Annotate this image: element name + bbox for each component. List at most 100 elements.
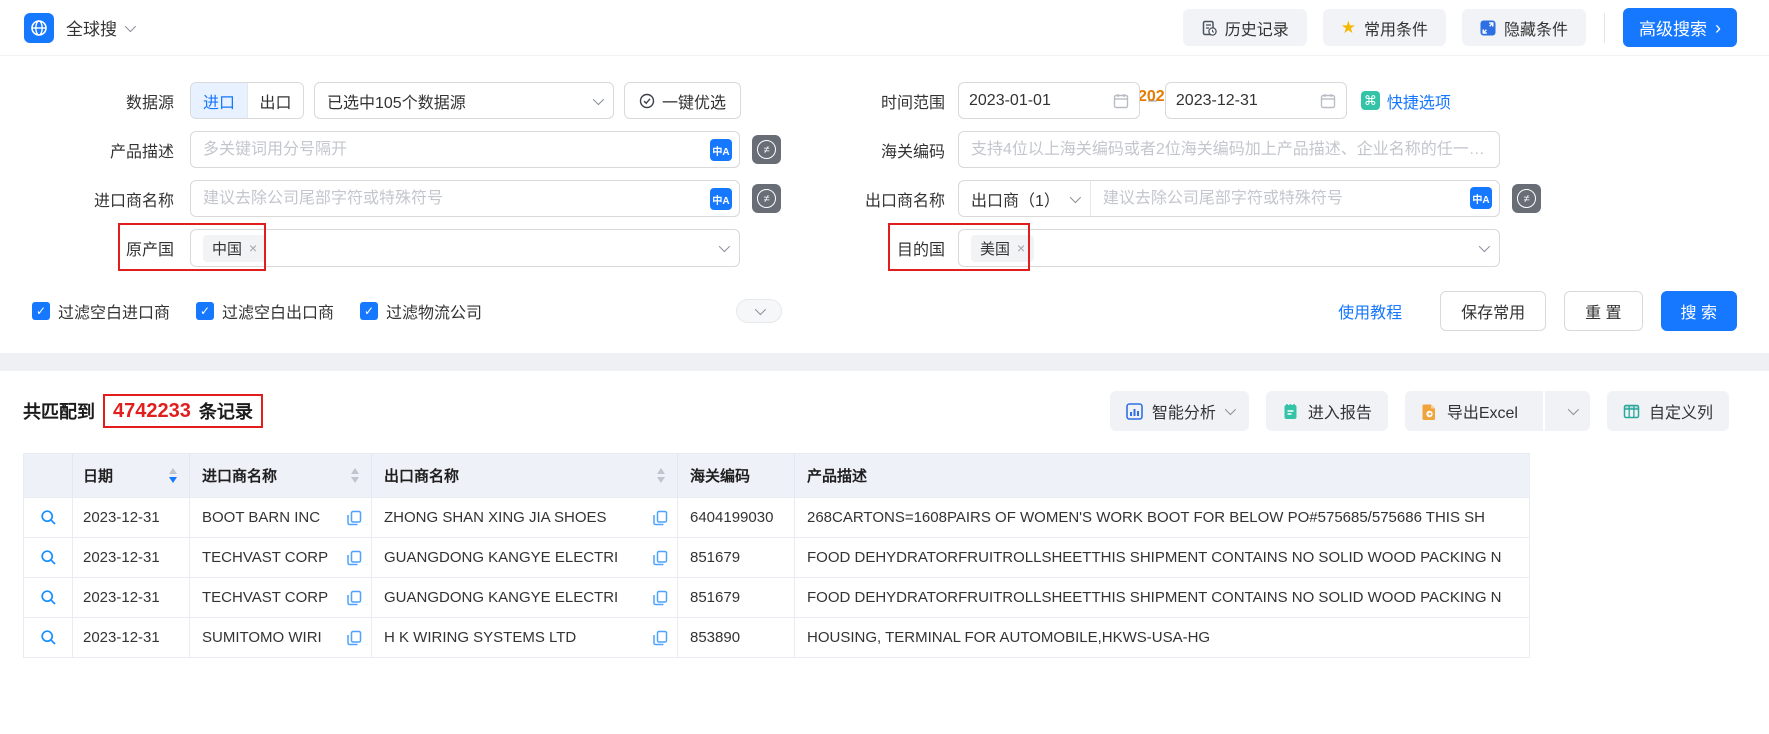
origin-country-select[interactable]: 中国 ×	[190, 229, 740, 267]
calendar-icon[interactable]	[1113, 93, 1129, 109]
export-excel-button[interactable]: 导出Excel	[1405, 391, 1534, 431]
cell-date: 2023-12-31	[83, 549, 160, 566]
export-excel-label: 导出Excel	[1446, 405, 1518, 422]
filter-blank-exporter-checkbox[interactable]: ✓ 过滤空白出口商	[196, 299, 334, 323]
copy-icon[interactable]	[653, 550, 668, 566]
hide-conditions-label: 隐藏条件	[1503, 21, 1568, 39]
copy-icon[interactable]	[653, 630, 668, 646]
copy-icon[interactable]	[347, 510, 362, 526]
destination-country-label: 目的国	[896, 242, 945, 259]
close-icon[interactable]: ×	[1017, 240, 1025, 256]
importer-name-field: 中A	[190, 180, 740, 217]
favorites-button[interactable]: ★ 常用条件	[1322, 9, 1446, 46]
table-row: 2023-12-31 SUMITOMO WIRI H K WIRING SYST…	[24, 618, 1529, 658]
quick-options-label: 快捷选项	[1386, 94, 1451, 112]
exclude-filter-button[interactable]: ≠	[752, 135, 781, 164]
date-start-field[interactable]	[958, 82, 1140, 119]
cell-importer[interactable]: TECHVAST CORP	[202, 589, 328, 606]
smart-analysis-label: 智能分析	[1151, 405, 1216, 422]
hs-code-input[interactable]	[959, 132, 1499, 167]
collapse-form-button[interactable]	[736, 299, 783, 323]
close-icon[interactable]: ×	[249, 240, 257, 256]
tutorial-link[interactable]: 使用教程	[1338, 299, 1402, 323]
history-button-label: 历史记录	[1224, 21, 1289, 39]
exclude-icon: ≠	[1517, 189, 1536, 208]
exporter-type-select[interactable]: 出口商（1）	[959, 181, 1091, 216]
reset-button[interactable]: 重 置	[1564, 291, 1643, 331]
quick-options-link[interactable]: ⌘ 快捷选项	[1360, 89, 1451, 113]
copy-icon[interactable]	[347, 630, 362, 646]
chevron-down-icon[interactable]	[124, 20, 137, 32]
row-detail-search-icon[interactable]	[40, 509, 57, 526]
cell-hscode: 851679	[690, 589, 741, 606]
advanced-search-button[interactable]: 高级搜索 ›	[1623, 8, 1737, 47]
date-end-field[interactable]	[1164, 82, 1347, 119]
exclude-filter-button[interactable]: ≠	[752, 184, 781, 213]
importer-name-label: 进口商名称	[93, 192, 174, 210]
custom-columns-button[interactable]: 自定义列	[1606, 391, 1729, 431]
sort-control-importer[interactable]	[351, 468, 359, 483]
exporter-name-input[interactable]	[1090, 181, 1499, 216]
translate-icon[interactable]: 中A	[710, 139, 732, 161]
save-conditions-button[interactable]: 保存常用	[1440, 291, 1547, 331]
cell-importer[interactable]: SUMITOMO WIRI	[202, 629, 322, 646]
command-icon: ⌘	[1360, 91, 1380, 110]
destination-country-select[interactable]: 美国 ×	[958, 229, 1500, 267]
calendar-icon[interactable]	[1320, 93, 1336, 109]
tab-import[interactable]: 进口	[191, 83, 247, 118]
bi-chart-icon	[1126, 402, 1143, 420]
hs-code-label: 海关编码	[880, 143, 945, 161]
columns-icon	[1623, 403, 1640, 420]
translate-icon[interactable]: 中A	[1470, 187, 1492, 209]
filter-blank-importer-checkbox[interactable]: ✓ 过滤空白进口商	[32, 299, 170, 323]
col-header-importer: 进口商名称	[202, 468, 278, 485]
translate-icon[interactable]: 中A	[710, 188, 732, 210]
exclude-filter-button[interactable]: ≠	[1512, 184, 1541, 213]
checkbox-checked-icon: ✓	[360, 302, 379, 320]
cell-importer[interactable]: BOOT BARN INC	[202, 509, 320, 526]
cell-exporter[interactable]: H K WIRING SYSTEMS LTD	[384, 629, 576, 646]
smart-analysis-button[interactable]: 智能分析	[1109, 391, 1249, 431]
col-header-date: 日期	[83, 468, 114, 485]
arrow-right-icon: ›	[1715, 17, 1721, 38]
excel-file-icon	[1421, 403, 1438, 420]
app-logo-icon	[24, 12, 54, 43]
cell-importer[interactable]: TECHVAST CORP	[202, 549, 328, 566]
cell-hscode: 853890	[690, 629, 741, 646]
report-icon	[1282, 403, 1299, 420]
sort-control-date[interactable]	[169, 468, 177, 483]
filter-logistics-checkbox[interactable]: ✓ 过滤物流公司	[360, 299, 482, 323]
cell-exporter[interactable]: ZHONG SHAN XING JIA SHOES	[384, 509, 607, 526]
divider	[1542, 391, 1545, 431]
hide-conditions-button[interactable]: 隐藏条件	[1461, 9, 1586, 46]
cell-exporter[interactable]: GUANGDONG KANGYE ELECTRI	[384, 549, 618, 566]
row-detail-search-icon[interactable]	[40, 629, 57, 646]
copy-icon[interactable]	[653, 510, 668, 526]
enter-report-button[interactable]: 进入报告	[1265, 391, 1388, 431]
importer-name-input[interactable]	[191, 181, 739, 216]
cell-exporter[interactable]: GUANGDONG KANGYE ELECTRI	[384, 589, 618, 606]
product-desc-input[interactable]	[191, 132, 739, 167]
match-prefix: 共匹配到	[23, 402, 95, 422]
table-row: 2023-12-31 TECHVAST CORP GUANGDONG KANGY…	[24, 578, 1529, 618]
country-tag-label: 中国	[212, 240, 243, 258]
row-detail-search-icon[interactable]	[40, 589, 57, 606]
export-options-button[interactable]	[1554, 391, 1590, 431]
direction-toggle: 进口 出口	[190, 82, 304, 119]
search-button[interactable]: 搜 索	[1660, 291, 1737, 331]
date-end-input[interactable]	[1175, 91, 1320, 110]
filter-blank-exporter-label: 过滤空白出口商	[222, 305, 335, 322]
cell-date: 2023-12-31	[83, 509, 160, 526]
datasource-select[interactable]: 已选中105个数据源	[314, 82, 614, 119]
sort-control-exporter[interactable]	[657, 468, 665, 483]
row-detail-search-icon[interactable]	[40, 549, 57, 566]
copy-icon[interactable]	[653, 590, 668, 606]
tab-export[interactable]: 出口	[247, 83, 303, 118]
circle-check-icon	[639, 93, 655, 109]
copy-icon[interactable]	[347, 550, 362, 566]
copy-icon[interactable]	[347, 590, 362, 606]
date-start-input[interactable]	[969, 91, 1113, 110]
one-click-optimize-button[interactable]: 一键优选	[624, 82, 742, 119]
history-button[interactable]: 历史记录	[1182, 9, 1307, 46]
datasource-select-value: 已选中105个数据源	[327, 94, 466, 112]
